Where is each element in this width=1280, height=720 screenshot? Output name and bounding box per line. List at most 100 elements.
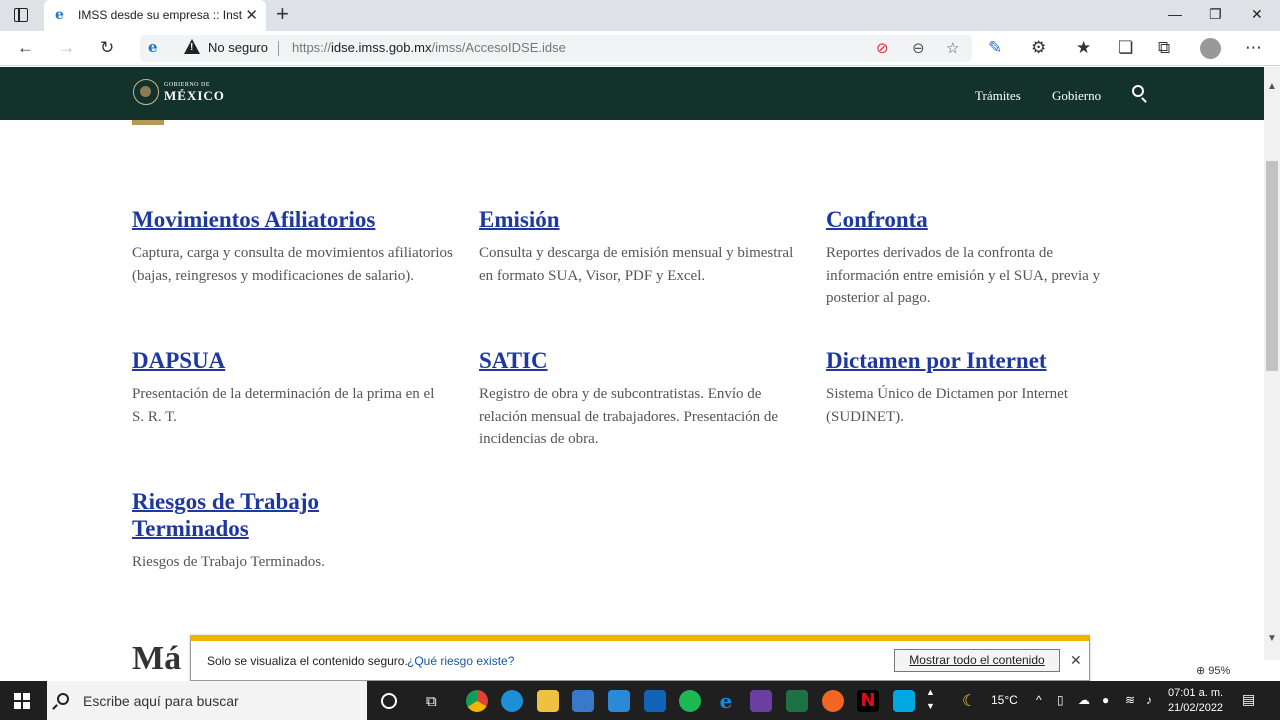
browser-tab-strip: e IMSS desde su empresa :: Instituto Mex… [0, 0, 1280, 31]
tray-expand-icon[interactable]: ^ [1036, 693, 1042, 707]
vertical-scrollbar[interactable]: ▲ ▼ [1264, 67, 1280, 660]
url-text[interactable]: https://idse.imss.gob.mx/imss/AccesoIDSE… [292, 40, 566, 55]
notification-risk-link[interactable]: ¿Qué riesgo existe? [407, 654, 514, 668]
cast-icon[interactable]: ⧉ [1158, 38, 1170, 58]
nav-gobierno[interactable]: Gobierno [1052, 88, 1101, 104]
store-icon[interactable] [572, 690, 594, 712]
microphone-icon[interactable]: ● [1102, 693, 1109, 707]
add-favorite-icon[interactable]: ☆ [946, 39, 959, 57]
zoom-indicator[interactable]: ⊕ 95% [1196, 664, 1230, 677]
notification-message: Solo se visualiza el contenido seguro. [207, 654, 408, 668]
mixed-content-notification: Solo se visualiza el contenido seguro. ¿… [190, 635, 1090, 681]
search-icon[interactable] [1132, 85, 1144, 97]
service-description: Sistema Único de Dictamen por Internet (… [826, 386, 1069, 425]
divider [278, 41, 279, 56]
favorites-icon[interactable]: ★ [1076, 38, 1091, 58]
service-card: Emisión Consulta y descarga de emisión m… [479, 206, 809, 287]
tab-close-icon[interactable]: ✕ [245, 6, 258, 24]
service-link-confronta[interactable]: Confronta [826, 206, 1126, 233]
browser-tab[interactable]: e IMSS desde su empresa :: Instituto Mex… [44, 0, 266, 31]
new-tab-icon[interactable]: + [276, 3, 289, 25]
service-description: Riesgos de Trabajo Terminados. [132, 554, 325, 570]
service-card: Confronta Reportes derivados de la confr… [826, 206, 1126, 310]
tab-title: IMSS desde su empresa :: Instituto Mexic… [78, 8, 242, 22]
service-card: Movimientos Afiliatorios Captura, carga … [132, 206, 462, 287]
tab-actions-icon[interactable] [14, 8, 28, 22]
show-all-content-button[interactable]: Mostrar todo el contenido [894, 649, 1060, 672]
crunchyroll-icon[interactable] [822, 690, 844, 712]
taskbar-search-placeholder: Escribe aquí para buscar [83, 693, 239, 709]
task-view-icon[interactable]: ⧉ [426, 693, 437, 710]
weather-icon[interactable]: ☾ [962, 691, 976, 711]
excel-icon[interactable] [786, 690, 808, 712]
chrome-icon[interactable] [466, 690, 488, 712]
zoom-out-icon[interactable]: ⊖ [912, 39, 925, 57]
service-card: SATIC Registro de obra y de subcontratis… [479, 347, 804, 451]
volume-icon[interactable]: ♪ [1146, 693, 1152, 707]
service-card: Riesgos de Trabajo Terminados Riesgos de… [132, 488, 357, 574]
taskbar-search-box[interactable]: Escribe aquí para buscar [47, 681, 367, 720]
gov-logo-text[interactable]: GOBIERNO DE MÉXICO [164, 82, 225, 103]
service-link-dapsua[interactable]: DAPSUA [132, 347, 447, 374]
security-label[interactable]: No seguro [208, 40, 268, 55]
service-description: Reportes derivados de la confronta de in… [826, 245, 1101, 306]
section-accent-bar [132, 120, 164, 125]
device-icon[interactable]: ▯ [1057, 693, 1064, 707]
pen-extension-icon[interactable]: ✎ [988, 38, 1002, 58]
warning-icon[interactable] [184, 39, 200, 54]
service-link-emision[interactable]: Emisión [479, 206, 809, 233]
forward-icon[interactable]: → [58, 38, 75, 58]
search-icon [57, 693, 69, 705]
edge-icon[interactable] [501, 690, 523, 712]
file-explorer-icon[interactable] [537, 690, 559, 712]
ie-mode-icon: e [55, 7, 64, 23]
service-link-satic[interactable]: SATIC [479, 347, 804, 374]
temperature[interactable]: 15°C [991, 693, 1018, 707]
refresh-icon[interactable]: ↻ [100, 38, 114, 58]
prime-video-icon[interactable] [893, 690, 915, 712]
spotify-icon[interactable] [679, 690, 701, 712]
notifications-icon[interactable]: ▤ [1242, 691, 1255, 708]
service-description: Captura, carga y consulta de movimientos… [132, 245, 453, 284]
service-link-riesgos[interactable]: Riesgos de Trabajo Terminados [132, 488, 357, 542]
minimize-icon[interactable]: — [1168, 6, 1182, 22]
service-link-dictamen[interactable]: Dictamen por Internet [826, 347, 1126, 374]
onedrive-icon[interactable]: ☁ [1078, 693, 1090, 707]
extensions-icon[interactable]: ⚙ [1031, 38, 1046, 58]
taskbar-scroll-icon[interactable]: ▲ ▼ [926, 685, 935, 713]
netflix-icon[interactable]: N [857, 690, 879, 712]
gov-header: GOBIERNO DE MÉXICO Trámites Gobierno [0, 67, 1264, 120]
windows-start-icon[interactable] [14, 693, 30, 709]
nav-tramites[interactable]: Trámites [975, 88, 1021, 104]
notification-close-icon[interactable]: ✕ [1070, 652, 1082, 669]
mail-icon[interactable] [608, 690, 630, 712]
back-icon[interactable]: ← [17, 38, 34, 58]
browser-toolbar: ← → ↻ e No seguro https://idse.imss.gob.… [0, 31, 1280, 66]
outlook-icon[interactable] [644, 690, 666, 712]
taskbar-clock[interactable]: 07:01 a. m. 21/02/2022 [1168, 686, 1223, 716]
cortana-icon[interactable] [381, 693, 397, 709]
profile-avatar[interactable] [1200, 38, 1221, 59]
windows-taskbar: Escribe aquí para buscar ⧉ e N ▲ ▼ ☾ 15°C… [0, 681, 1280, 720]
tracking-prevention-icon[interactable]: ⊘ [876, 39, 889, 57]
gov-seal-icon[interactable] [133, 79, 159, 105]
section-heading-cutoff: Má [132, 640, 182, 677]
address-bar[interactable]: e No seguro https://idse.imss.gob.mx/ims… [140, 35, 972, 62]
service-description: Registro de obra y de subcontratistas. E… [479, 386, 779, 447]
more-menu-icon[interactable]: ⋯ [1245, 38, 1262, 58]
service-card: Dictamen por Internet Sistema Único de D… [826, 347, 1126, 428]
app-icon[interactable] [750, 690, 772, 712]
maximize-icon[interactable]: ❐ [1209, 6, 1222, 23]
internet-explorer-icon[interactable]: e [715, 690, 737, 712]
scroll-up-icon[interactable]: ▲ [1267, 81, 1277, 92]
scroll-thumb[interactable] [1266, 161, 1278, 371]
collections-icon[interactable]: ❏ [1118, 38, 1133, 58]
ie-mode-icon[interactable]: e [148, 38, 158, 56]
wifi-icon[interactable]: ≋ [1125, 693, 1135, 707]
service-card: DAPSUA Presentación de la determinación … [132, 347, 447, 428]
service-link-movimientos[interactable]: Movimientos Afiliatorios [132, 206, 462, 233]
service-description: Consulta y descarga de emisión mensual y… [479, 245, 794, 284]
scroll-down-icon[interactable]: ▼ [1267, 633, 1277, 644]
window-close-icon[interactable]: ✕ [1251, 6, 1263, 23]
service-description: Presentación de la determinación de la p… [132, 386, 435, 425]
